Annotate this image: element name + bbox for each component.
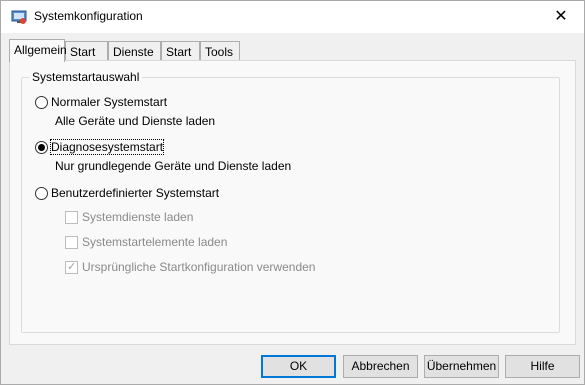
tab-label: Allgemein xyxy=(14,43,67,57)
close-icon: ✕ xyxy=(554,8,568,25)
radio-diagnostic-startup-label[interactable]: Diagnosesystemstart xyxy=(49,139,165,155)
group-label: Systemstartauswahl xyxy=(29,70,143,84)
checkbox-use-original-boot-config[interactable] xyxy=(65,260,78,274)
tab-start[interactable]: Start xyxy=(65,41,108,61)
close-button[interactable]: ✕ xyxy=(538,1,584,33)
tab-label: Start xyxy=(166,45,192,59)
tab-tools[interactable]: Tools xyxy=(200,41,240,61)
radio-selective-startup[interactable] xyxy=(35,187,48,200)
window-title: Systemkonfiguration xyxy=(34,9,143,23)
tab-label: Tools xyxy=(205,45,234,59)
normal-startup-description: Alle Geräte und Dienste laden xyxy=(55,114,216,128)
tab-label: Dienste xyxy=(113,45,154,59)
diagnostic-startup-description: Nur grundlegende Geräte und Dienste lade… xyxy=(55,159,292,173)
checkbox-use-original-boot-config-label: Ursprüngliche Startkonfiguration verwend… xyxy=(82,260,316,274)
checkbox-load-startup-items[interactable] xyxy=(65,236,78,249)
msconfig-icon xyxy=(11,10,27,24)
tab-allgemein[interactable]: Allgemein xyxy=(9,39,67,62)
checkbox-load-system-services-label: Systemdienste laden xyxy=(82,210,194,224)
tab-label: Start xyxy=(70,45,96,59)
checkbox-load-system-services[interactable] xyxy=(65,211,78,224)
title-bar: Systemkonfiguration ✕ xyxy=(1,1,584,33)
radio-normal-startup[interactable] xyxy=(35,96,48,109)
radio-selective-startup-label[interactable]: Benutzerdefinierter Systemstart xyxy=(51,186,219,200)
checkbox-load-startup-items-label: Systemstartelemente laden xyxy=(82,235,228,249)
apply-button[interactable]: Übernehmen xyxy=(424,355,499,378)
cancel-button[interactable]: Abbrechen xyxy=(343,355,418,378)
ok-button[interactable]: OK xyxy=(261,355,336,378)
startup-selection-group: Systemstartauswahl Normaler Systemstart … xyxy=(21,70,560,333)
help-button[interactable]: Hilfe xyxy=(505,355,580,378)
radio-normal-startup-label[interactable]: Normaler Systemstart xyxy=(51,95,167,109)
radio-diagnostic-startup[interactable] xyxy=(35,141,48,154)
window: Systemkonfiguration ✕ Allgemein Start Di… xyxy=(0,0,585,385)
tab-start-2[interactable]: Start xyxy=(161,41,200,61)
tab-dienste[interactable]: Dienste xyxy=(108,41,161,61)
tab-panel: Systemstartauswahl Normaler Systemstart … xyxy=(9,60,576,345)
